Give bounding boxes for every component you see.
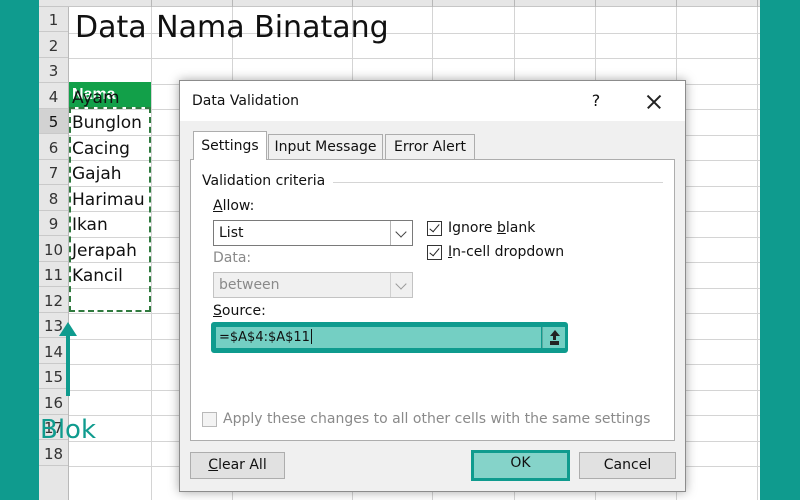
- data-select[interactable]: between: [213, 272, 413, 298]
- row-header[interactable]: 3: [39, 58, 68, 83]
- clear-all-button[interactable]: Clear All: [190, 452, 285, 479]
- column-header-divider: [232, 0, 233, 7]
- apply-all-label[interactable]: Apply these changes to all other cells w…: [223, 411, 650, 427]
- source-value: =$A$4:$A$11: [219, 330, 310, 345]
- tab-input-message[interactable]: Input Message: [268, 134, 383, 159]
- cancel-button[interactable]: Cancel: [579, 452, 676, 479]
- row-header[interactable]: 11: [39, 262, 68, 287]
- dialog-titlebar[interactable]: Data Validation ?: [180, 81, 685, 121]
- data-value: between: [219, 277, 280, 293]
- row-header[interactable]: 4: [39, 84, 68, 109]
- blok-annotation: Blok: [40, 415, 97, 445]
- name-cell[interactable]: Ayam: [69, 85, 151, 110]
- ok-button[interactable]: OK: [471, 450, 570, 481]
- column-header-divider: [757, 0, 758, 7]
- row-header[interactable]: 12: [39, 288, 68, 313]
- data-label: Data:: [213, 250, 252, 266]
- column-header-divider: [595, 0, 596, 7]
- tab-error-alert[interactable]: Error Alert: [385, 134, 475, 159]
- collapse-dialog-icon[interactable]: [542, 327, 565, 348]
- row-header[interactable]: 1: [39, 7, 68, 32]
- row-header[interactable]: 15: [39, 364, 68, 389]
- settings-panel: Validation criteria Allow: List Data: be…: [190, 159, 675, 441]
- allow-label: Allow:: [213, 198, 255, 214]
- row-header[interactable]: 6: [39, 135, 68, 160]
- tab-settings[interactable]: Settings: [193, 131, 267, 160]
- column-header-divider: [676, 0, 677, 7]
- apply-all-checkbox[interactable]: [202, 412, 217, 427]
- data-validation-dialog: Data Validation ? Settings Input Message…: [179, 80, 686, 492]
- row-header[interactable]: 10: [39, 237, 68, 262]
- column-gridline: [757, 7, 758, 500]
- selection-marquee: [69, 107, 151, 312]
- chevron-down-icon[interactable]: [390, 221, 412, 245]
- in-cell-dropdown-label[interactable]: In-cell dropdown: [448, 244, 564, 260]
- column-gridline: [151, 7, 152, 500]
- column-header-divider: [514, 0, 515, 7]
- source-input[interactable]: =$A$4:$A$11: [216, 327, 541, 348]
- chevron-down-icon[interactable]: [390, 273, 412, 297]
- sheet-title[interactable]: Data Nama Binatang: [75, 10, 389, 45]
- group-divider: [333, 182, 663, 183]
- in-cell-dropdown-checkbox[interactable]: [427, 245, 442, 260]
- arrow-shaft: [66, 326, 70, 396]
- row-header[interactable]: 9: [39, 211, 68, 236]
- column-header-divider: [352, 0, 353, 7]
- column-header-divider: [151, 0, 152, 7]
- column-header-strip[interactable]: [39, 0, 760, 7]
- row-header[interactable]: 14: [39, 339, 68, 364]
- close-icon[interactable]: [639, 89, 669, 115]
- row-header[interactable]: 16: [39, 390, 68, 415]
- row-gridline: [69, 58, 760, 59]
- validation-criteria-label: Validation criteria: [202, 173, 326, 189]
- allow-select[interactable]: List: [213, 220, 413, 246]
- ignore-blank-checkbox[interactable]: [427, 221, 442, 236]
- allow-value: List: [219, 225, 244, 241]
- source-field-highlight: =$A$4:$A$11: [211, 322, 568, 353]
- column-header-divider: [432, 0, 433, 7]
- dialog-title: Data Validation: [192, 93, 300, 109]
- ignore-blank-label[interactable]: Ignore blank: [448, 220, 535, 236]
- row-header[interactable]: 5: [39, 109, 68, 134]
- text-caret: [310, 329, 312, 344]
- help-button[interactable]: ?: [584, 89, 608, 113]
- row-header[interactable]: 8: [39, 186, 68, 211]
- source-label: Source:: [213, 303, 266, 319]
- row-header[interactable]: 7: [39, 160, 68, 185]
- row-header[interactable]: 2: [39, 33, 68, 58]
